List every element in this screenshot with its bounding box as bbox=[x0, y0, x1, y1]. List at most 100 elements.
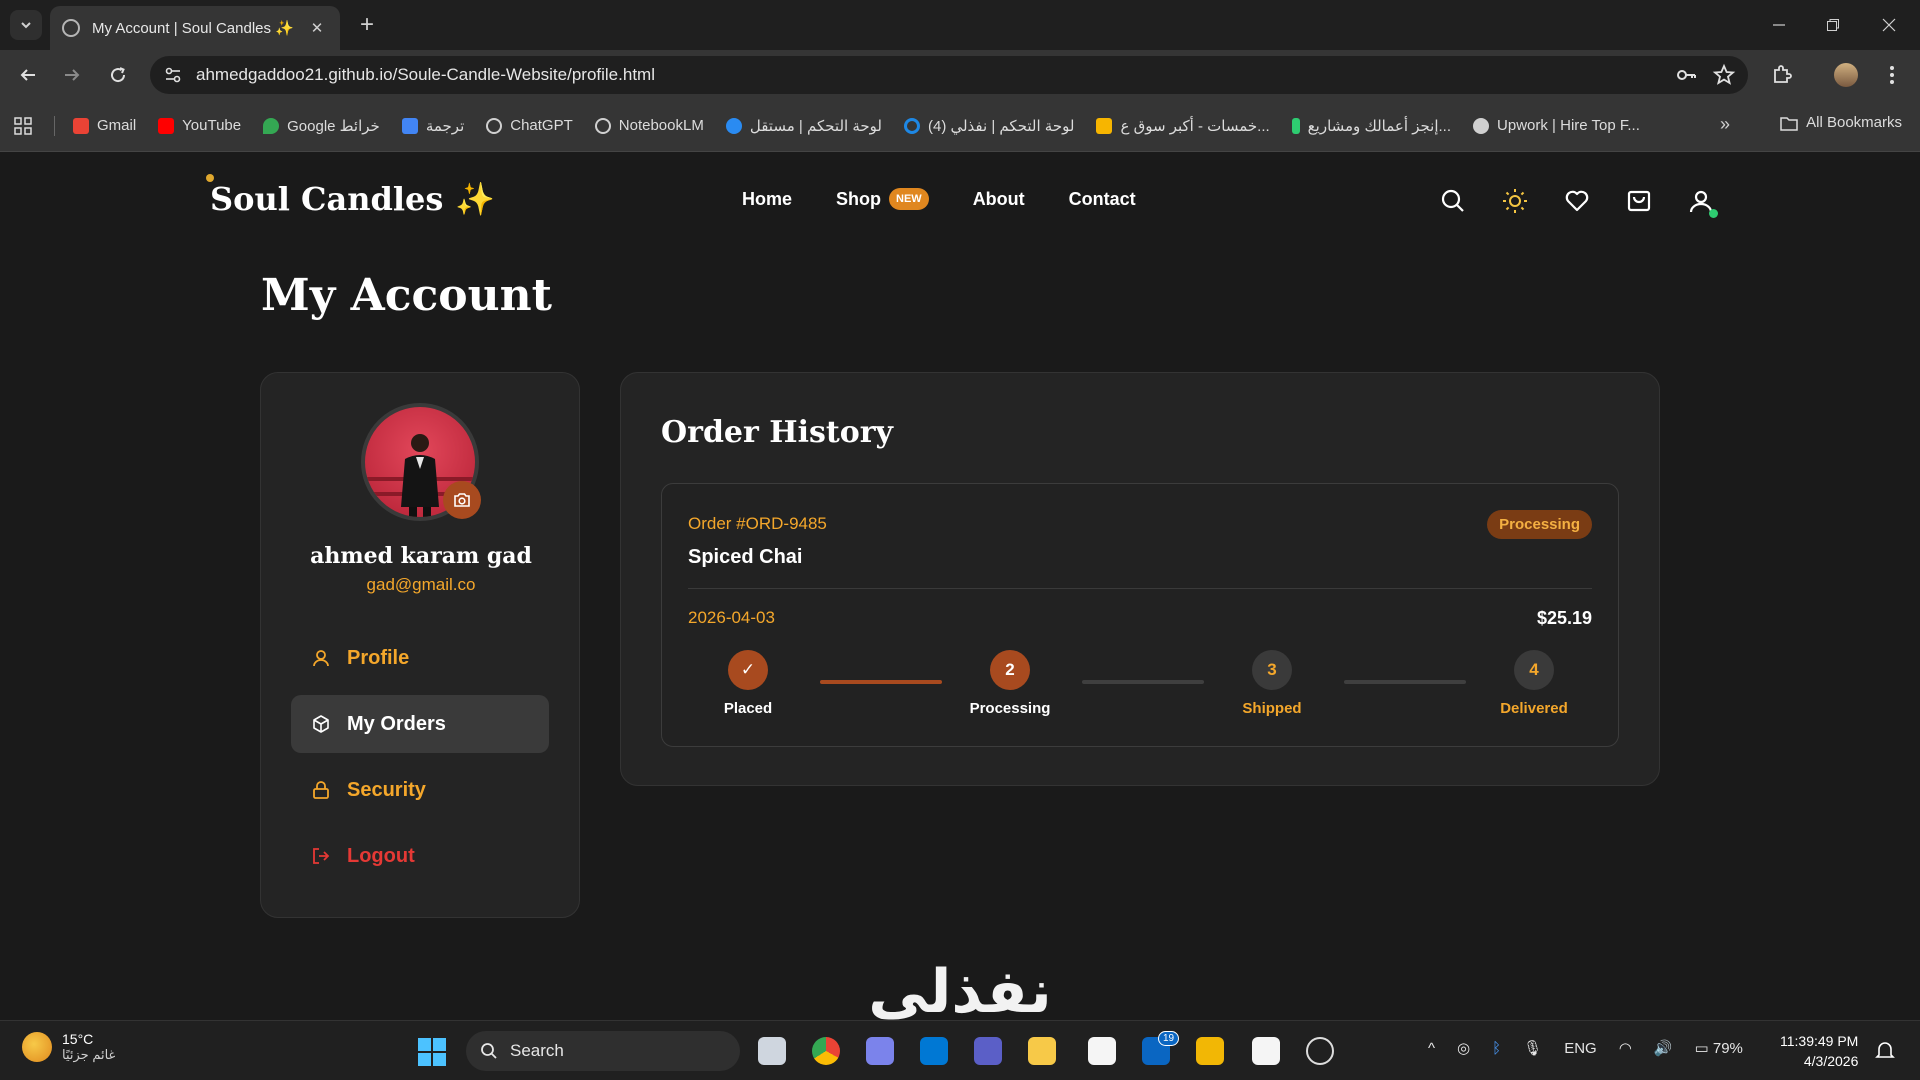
window-close-button[interactable] bbox=[1866, 8, 1912, 42]
key-icon[interactable] bbox=[1674, 63, 1698, 87]
bookmark-injaz[interactable]: إنجز أعمالك ومشاريع... bbox=[1291, 117, 1451, 135]
bookmark-divider bbox=[54, 115, 55, 136]
bookmarks-bar: Gmail YouTube Google خرائط ترجمة ChatGPT… bbox=[0, 100, 1920, 152]
teams-work-icon[interactable] bbox=[974, 1037, 1002, 1065]
obs-icon[interactable] bbox=[1306, 1037, 1334, 1065]
bookmark-nafezly[interactable]: (4) لوحة التحكم | نفذلي bbox=[903, 117, 1074, 135]
obs-tray-icon[interactable]: ◎ bbox=[1457, 1039, 1470, 1057]
heart-icon bbox=[1565, 190, 1589, 212]
order-item[interactable]: Order #ORD-9485 Spiced Chai Processing 2… bbox=[661, 483, 1619, 747]
arrow-left-icon bbox=[20, 69, 35, 81]
taskbar-search[interactable]: Search bbox=[466, 1031, 740, 1071]
file-explorer-icon[interactable] bbox=[1196, 1037, 1224, 1065]
camera-icon bbox=[454, 493, 470, 507]
nav-home[interactable]: Home bbox=[742, 189, 792, 210]
change-photo-button[interactable] bbox=[443, 481, 481, 519]
apps-button[interactable] bbox=[14, 116, 32, 135]
wishlist-button[interactable] bbox=[1564, 188, 1590, 214]
sun-icon bbox=[1503, 189, 1527, 213]
chevron-up-icon[interactable]: ^ bbox=[1428, 1040, 1435, 1057]
microphone-icon[interactable]: 🎙 bbox=[1523, 1039, 1542, 1057]
nav-shop[interactable]: Shop NEW bbox=[836, 188, 929, 210]
bookmark-youtube[interactable]: YouTube bbox=[158, 117, 241, 134]
shopping-bag-icon bbox=[1627, 190, 1651, 212]
progress-line-2 bbox=[1082, 680, 1204, 684]
bell-icon bbox=[1875, 1042, 1895, 1058]
bookmarks-overflow-icon[interactable]: » bbox=[1720, 114, 1730, 135]
notion-icon[interactable] bbox=[1088, 1037, 1116, 1065]
sidebar-item-profile[interactable]: Profile bbox=[291, 629, 549, 687]
menu-button[interactable] bbox=[1876, 59, 1908, 91]
notion-alt-icon[interactable] bbox=[1252, 1037, 1280, 1065]
weather-widget[interactable]: 15°C غائم جزئيًا bbox=[22, 1031, 115, 1063]
linkedin-badge: 19 bbox=[1158, 1031, 1180, 1046]
page-title: My Account bbox=[261, 270, 552, 321]
star-icon[interactable] bbox=[1712, 63, 1736, 87]
sidebar-item-logout[interactable]: Logout bbox=[291, 827, 549, 885]
bookmark-google-maps[interactable]: Google خرائط bbox=[263, 117, 380, 135]
wifi-icon[interactable]: ◠ bbox=[1619, 1039, 1632, 1057]
minimize-icon bbox=[1773, 24, 1785, 26]
globe-icon bbox=[62, 19, 80, 37]
sparkles-icon: ✨ bbox=[455, 180, 496, 218]
close-icon[interactable]: ✕ bbox=[306, 19, 328, 37]
profile-button[interactable] bbox=[1830, 59, 1862, 91]
teams-icon[interactable] bbox=[866, 1037, 894, 1065]
language-indicator[interactable]: ENG bbox=[1564, 1040, 1597, 1057]
notifications-button[interactable] bbox=[1874, 1039, 1898, 1063]
package-icon bbox=[311, 714, 331, 734]
back-button[interactable] bbox=[12, 59, 44, 91]
new-tab-button[interactable]: + bbox=[352, 10, 382, 40]
reload-button[interactable] bbox=[102, 59, 134, 91]
bookmark-notebooklm[interactable]: NotebookLM bbox=[594, 117, 704, 134]
bookmark-mostaql[interactable]: لوحة التحكم | مستقل bbox=[725, 117, 882, 135]
user-icon bbox=[311, 648, 331, 668]
step-shipped: 3 Shipped bbox=[1212, 650, 1332, 717]
nav-contact[interactable]: Contact bbox=[1069, 189, 1136, 210]
browser-tab-bar: My Account | Soul Candles ✨ ✕ + bbox=[0, 0, 1920, 50]
kebab-menu-icon bbox=[1890, 66, 1894, 84]
sidebar-item-security[interactable]: Security bbox=[291, 761, 549, 819]
bluetooth-icon[interactable]: ᛒ bbox=[1492, 1040, 1501, 1057]
account-button[interactable] bbox=[1688, 188, 1718, 218]
user-email: gad@gmail.co bbox=[366, 575, 476, 594]
chrome-icon[interactable] bbox=[812, 1037, 840, 1065]
browser-tab-active[interactable]: My Account | Soul Candles ✨ ✕ bbox=[50, 6, 340, 50]
battery-icon: ▭ bbox=[1694, 1040, 1709, 1057]
site-logo[interactable]: Soul Candles ✨ bbox=[210, 180, 495, 218]
url-text: ahmedgaddoo21.github.io/Soule-Candle-Web… bbox=[196, 65, 655, 84]
order-id: Order #ORD-9485 bbox=[688, 514, 827, 533]
address-bar[interactable]: ahmedgaddoo21.github.io/Soule-Candle-Web… bbox=[150, 56, 1748, 94]
bookmark-chatgpt[interactable]: ChatGPT bbox=[486, 117, 573, 134]
bookmark-upwork[interactable]: Upwork | Hire Top F... bbox=[1473, 117, 1640, 134]
sidebar-item-orders[interactable]: My Orders bbox=[291, 695, 549, 753]
bookmark-translate[interactable]: ترجمة bbox=[401, 117, 464, 135]
extensions-button[interactable] bbox=[1766, 59, 1798, 91]
forward-button[interactable] bbox=[56, 59, 88, 91]
bookmark-gmail[interactable]: Gmail bbox=[73, 117, 136, 134]
injaz-icon bbox=[1291, 117, 1300, 134]
tab-title: My Account | Soul Candles ✨ bbox=[92, 20, 294, 37]
restore-button[interactable] bbox=[1810, 8, 1856, 42]
partly-cloudy-icon bbox=[22, 1032, 52, 1062]
search-button[interactable] bbox=[1440, 188, 1466, 214]
clock[interactable]: 11:39:49 PM 4/3/2026 bbox=[1780, 1031, 1858, 1071]
sticky-notes-icon[interactable] bbox=[1028, 1037, 1056, 1065]
maps-pin-icon bbox=[263, 117, 280, 134]
minimize-button[interactable] bbox=[1756, 8, 1802, 42]
gmail-icon bbox=[73, 117, 89, 134]
theme-toggle-button[interactable] bbox=[1502, 188, 1528, 214]
site-info-icon[interactable] bbox=[164, 66, 182, 84]
all-bookmarks-button[interactable]: All Bookmarks bbox=[1780, 114, 1902, 131]
order-total: $25.19 bbox=[1536, 608, 1592, 628]
battery-indicator[interactable]: ▭ 79% bbox=[1695, 1039, 1743, 1057]
task-view-icon[interactable] bbox=[758, 1037, 786, 1065]
order-history-title: Order History bbox=[661, 415, 893, 450]
tab-search-button[interactable] bbox=[10, 10, 42, 40]
cart-button[interactable] bbox=[1626, 188, 1652, 214]
bookmark-khamsat[interactable]: خمسات - أكبر سوق ع... bbox=[1096, 117, 1270, 135]
volume-icon[interactable]: 🔊 bbox=[1654, 1039, 1673, 1057]
nav-about[interactable]: About bbox=[973, 189, 1025, 210]
vscode-icon[interactable] bbox=[920, 1037, 948, 1065]
start-button[interactable] bbox=[418, 1038, 446, 1066]
